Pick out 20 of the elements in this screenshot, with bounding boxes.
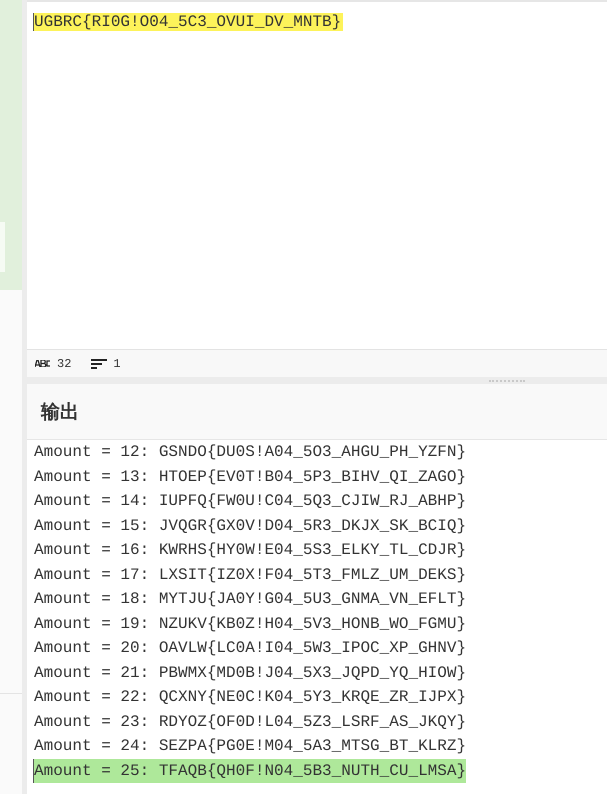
output-line: Amount = 15: JVQGR{GX0V!D04_5R3_DKJX_SK_BCIQ} bbox=[33, 516, 466, 536]
resize-handle[interactable] bbox=[489, 380, 525, 382]
text-count-icon bbox=[35, 360, 51, 367]
output-line: Amount = 18: MYTJU{JA0Y!G04_5U3_GNMA_VN_EFLT} bbox=[33, 589, 466, 610]
editor-text: UGBRC{RI0G!O04_5C3_OVUI_DV_MNTB} bbox=[33, 13, 344, 31]
output-line: Amount = 14: IUPFQ{FW0U!C04_5Q3_CJIW_RJ_ABHP} bbox=[33, 491, 466, 512]
output-line: Amount = 20: OAVLW{LC0A!I04_5W3_IPOC_XP_GHNV} bbox=[33, 638, 466, 659]
output-line: Amount = 22: QCXNY{NE0C!K04_5Y3_KRQE_ZR_IJPX} bbox=[33, 687, 466, 708]
output-line: Amount = 16: KWRHS{HY0W!E04_5S3_ELKY_TL_CDJR} bbox=[33, 540, 466, 561]
lines-icon bbox=[91, 358, 108, 368]
output-line: Amount = 13: HTOEP{EV0T!B04_5P3_BIHV_QI_ZAGO} bbox=[33, 466, 466, 488]
output-line: Amount = 24: SEZPA{PG0E!M04_5A3_MTSG_BT_KLRZ} bbox=[33, 736, 466, 757]
line-count: 1 bbox=[113, 356, 121, 370]
output-line: Amount = 12: GSNDO{DU0S!A04_5O3_AHGU_PH_YZFN} bbox=[33, 442, 466, 463]
output-line: Amount = 17: LXSIT{IZ0X!F04_5T3_FMLZ_UM_DEKS} bbox=[33, 564, 466, 586]
character-count: 32 bbox=[57, 356, 72, 370]
output-line: Amount = 21: PBWMX{MD0B!J04_5X3_JQPD_YQ_HIOW} bbox=[33, 662, 466, 684]
output-line: Amount = 19: NZUKV{KB0Z!H04_5V3_HONB_WO_FGMU} bbox=[33, 614, 466, 634]
output-line: Amount = 23: RDYOZ{OF0D!L04_5Z3_LSRF_AS_JKQY} bbox=[33, 712, 466, 732]
output-title: 输出 bbox=[41, 400, 79, 424]
